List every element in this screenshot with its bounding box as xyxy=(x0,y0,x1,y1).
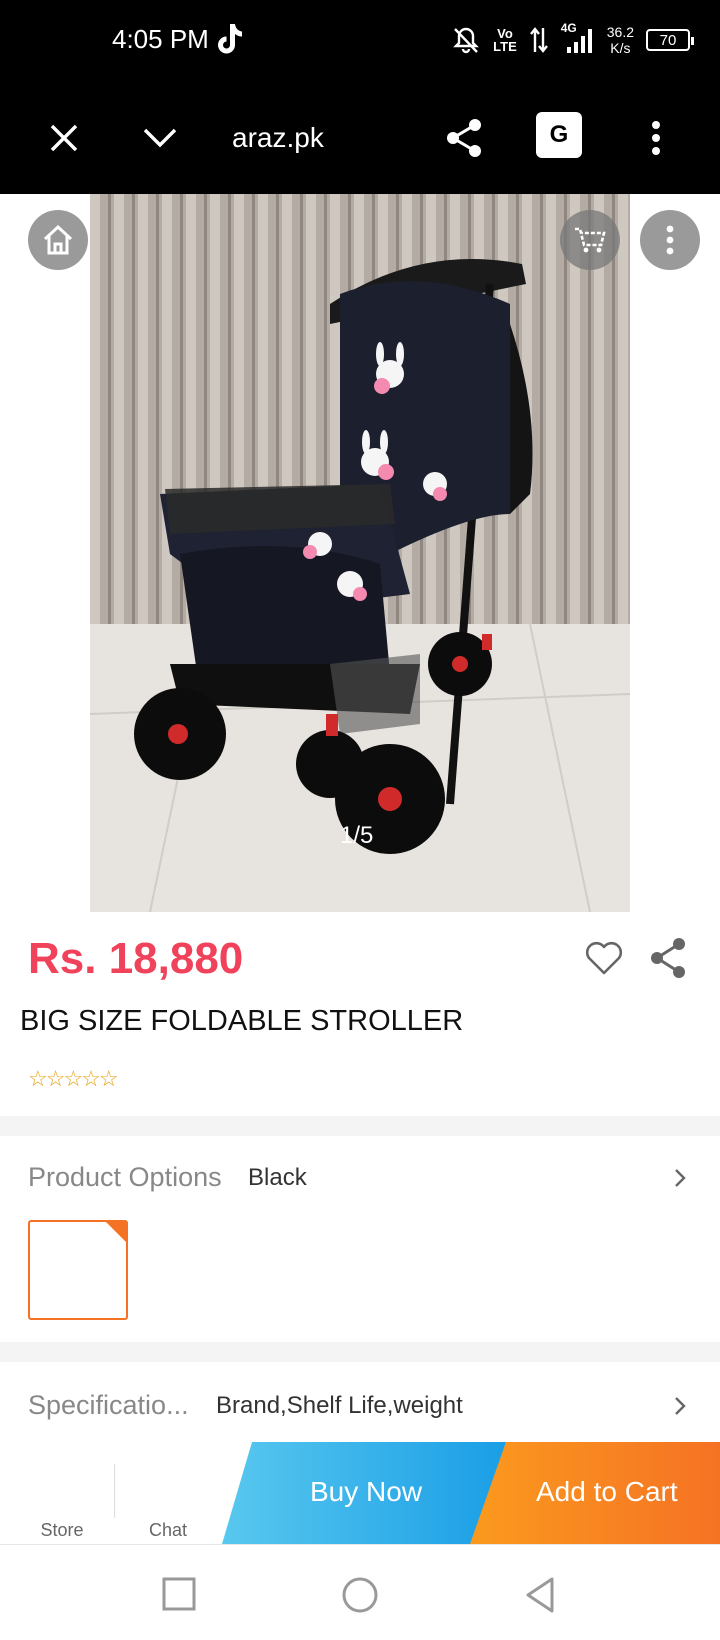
mute-notification-icon xyxy=(453,27,480,54)
more-vertical-icon xyxy=(666,225,674,255)
minimize-button[interactable] xyxy=(140,118,180,158)
close-icon xyxy=(50,124,78,152)
translate-button[interactable]: G xyxy=(536,112,582,158)
share-icon[interactable] xyxy=(648,936,688,980)
recents-icon[interactable] xyxy=(160,1575,200,1615)
cart-button[interactable] xyxy=(560,210,620,270)
gallery-more-button[interactable] xyxy=(640,210,700,270)
selected-corner-marker xyxy=(106,1222,126,1242)
url-text[interactable]: araz.pk xyxy=(232,122,324,154)
close-button[interactable] xyxy=(44,118,84,158)
wishlist-heart-icon[interactable] xyxy=(584,938,624,978)
home-icon xyxy=(43,224,73,255)
data-transfer-icon xyxy=(529,27,548,53)
tiktok-icon xyxy=(218,24,242,54)
product-options-label: Product Options xyxy=(28,1162,222,1192)
product-options-value: Black xyxy=(248,1164,307,1191)
speed-unit: K/s xyxy=(610,40,631,56)
color-swatch-black[interactable] xyxy=(28,1220,128,1320)
chevron-right-icon xyxy=(675,1397,686,1415)
more-menu-button[interactable] xyxy=(636,118,676,158)
translate-icon: G xyxy=(549,121,569,148)
battery-indicator: 70 xyxy=(646,29,694,51)
add-to-cart-label: Add to Cart xyxy=(536,1476,678,1507)
network-speed: 36.2 K/s xyxy=(607,24,634,56)
buy-now-label: Buy Now xyxy=(310,1476,423,1507)
system-navigation-bar xyxy=(0,1544,720,1640)
bottom-action-bar: Store Chat Buy Now Add to Cart xyxy=(0,1442,720,1544)
back-icon[interactable] xyxy=(520,1575,560,1615)
signal-icon: 4G xyxy=(561,21,595,55)
rating-stars[interactable]: ☆☆☆☆☆ xyxy=(28,1066,119,1092)
product-image[interactable] xyxy=(90,194,630,912)
bar-divider xyxy=(114,1464,115,1518)
section-divider xyxy=(0,1342,720,1362)
share-icon xyxy=(447,119,481,157)
volte-bottom-text: LTE xyxy=(493,39,517,54)
chat-button[interactable]: Chat xyxy=(126,1520,210,1541)
volte-indicator: Vo LTE xyxy=(493,27,517,53)
product-gallery[interactable]: 1/5 xyxy=(0,194,720,912)
chevron-right-icon xyxy=(675,1169,686,1187)
status-bar: 4:05 PM Vo LTE 4G 36.2 K/s 70 xyxy=(0,0,720,82)
stroller-photo xyxy=(90,194,630,912)
status-time: 4:05 PM xyxy=(112,24,209,54)
share-button[interactable] xyxy=(444,118,484,158)
product-price: Rs. 18,880 xyxy=(28,934,244,983)
browser-toolbar: araz.pk G xyxy=(0,82,720,194)
home-button[interactable] xyxy=(28,210,88,270)
section-divider xyxy=(0,1116,720,1136)
more-vertical-icon xyxy=(652,121,660,155)
image-counter: 1/5 xyxy=(340,822,374,849)
cart-icon xyxy=(575,227,606,253)
status-icons: Vo LTE 4G 36.2 K/s 70 xyxy=(451,18,694,62)
specifications-value: Brand,Shelf Life,weight xyxy=(216,1392,463,1419)
home-nav-icon[interactable] xyxy=(340,1575,380,1615)
product-title: BIG SIZE FOLDABLE STROLLER xyxy=(20,1005,464,1037)
specifications-label: Specificatio... xyxy=(28,1390,189,1420)
speed-value: 36.2 xyxy=(606,24,634,40)
store-button[interactable]: Store xyxy=(20,1520,104,1541)
chevron-down-icon xyxy=(143,128,177,148)
